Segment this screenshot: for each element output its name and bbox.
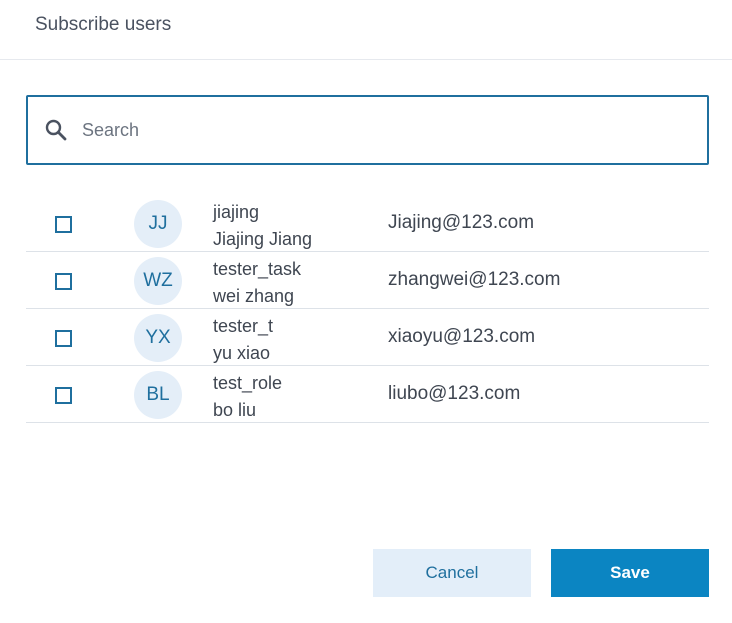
user-names: jiajing Jiajing Jiang: [213, 199, 312, 253]
save-button[interactable]: Save: [551, 549, 709, 597]
avatar: JJ: [134, 200, 182, 248]
full-name: Jiajing Jiang: [213, 229, 313, 249]
user-row: BL test_role bo liu liubo@123.com: [26, 366, 709, 423]
user-email: liubo@123.com: [388, 383, 521, 404]
user-email: xiaoyu@123.com: [388, 326, 536, 347]
username: tester_task: [213, 259, 302, 279]
user-names: tester_task wei zhang: [213, 256, 301, 310]
full-name: bo liu: [213, 400, 257, 420]
user-row: JJ jiajing Jiajing Jiang Jiajing@123.com: [26, 195, 709, 252]
cancel-button[interactable]: Cancel: [373, 549, 531, 597]
search-input[interactable]: [80, 118, 664, 142]
user-row: YX tester_t yu xiao xiaoyu@123.com: [26, 309, 709, 366]
username: tester_t: [213, 316, 274, 336]
avatar: YX: [134, 314, 182, 362]
user-row: WZ tester_task wei zhang zhangwei@123.co…: [26, 252, 709, 309]
username: jiajing: [213, 202, 260, 222]
subscribe-users-dialog: Subscribe users JJ jiajing Jiajing Jiang…: [0, 0, 732, 623]
dialog-title: Subscribe users: [35, 13, 172, 35]
avatar: WZ: [134, 257, 182, 305]
dialog-header: Subscribe users: [0, 0, 732, 60]
user-names: test_role bo liu: [213, 370, 282, 424]
user-email: zhangwei@123.com: [388, 269, 561, 290]
user-checkbox[interactable]: [55, 330, 72, 347]
user-names: tester_t yu xiao: [213, 313, 273, 367]
search-box[interactable]: [26, 95, 709, 165]
username: test_role: [213, 373, 283, 393]
user-checkbox[interactable]: [55, 216, 72, 233]
user-checkbox[interactable]: [55, 273, 72, 290]
user-email: Jiajing@123.com: [388, 212, 535, 233]
full-name: yu xiao: [213, 343, 271, 363]
search-icon: [43, 117, 69, 143]
full-name: wei zhang: [213, 286, 295, 306]
user-list: JJ jiajing Jiajing Jiang Jiajing@123.com…: [26, 195, 709, 423]
avatar: BL: [134, 371, 182, 419]
user-checkbox[interactable]: [55, 387, 72, 404]
